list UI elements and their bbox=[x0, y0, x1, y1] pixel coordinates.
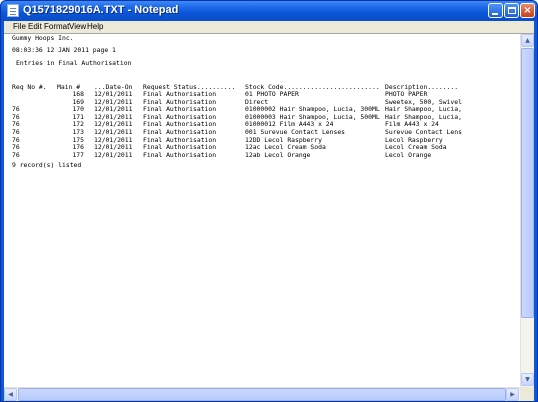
date-on: 12/01/2011 bbox=[94, 150, 133, 159]
scroll-left-button[interactable]: ◀ bbox=[4, 388, 17, 401]
text-document[interactable]: Gummy Hoops Inc. 08:03:36 12 JAN 2011 pa… bbox=[12, 34, 520, 387]
scrollbar-corner bbox=[520, 387, 534, 401]
close-button[interactable]: × bbox=[520, 3, 535, 18]
req-no: 76 bbox=[12, 150, 20, 159]
main-number: 177 bbox=[72, 150, 84, 159]
vertical-scroll-thumb[interactable] bbox=[521, 48, 534, 318]
scroll-up-button[interactable]: ▲ bbox=[521, 34, 534, 47]
editor-area[interactable]: Gummy Hoops Inc. 08:03:36 12 JAN 2011 pa… bbox=[4, 33, 534, 401]
report-title: Entries in Final Authorisation bbox=[16, 59, 132, 67]
minimize-button[interactable] bbox=[488, 3, 503, 18]
arrow-right-icon: ▶ bbox=[510, 391, 515, 398]
arrow-left-icon: ◀ bbox=[8, 391, 13, 398]
window-title: Q1571829016A.TXT - Notepad bbox=[23, 4, 179, 16]
title-bar[interactable]: Q1571829016A.TXT - Notepad × bbox=[1, 1, 537, 21]
report-header-line: 08:03:36 12 JAN 2011 page 1 bbox=[12, 46, 116, 54]
arrow-down-icon: ▼ bbox=[525, 376, 530, 383]
menu-bar: File Edit Format View Help bbox=[4, 21, 534, 33]
table-row: 76 177 12/01/2011 Final Authorisation 12… bbox=[12, 150, 520, 160]
record-count: 9 record(s) listed bbox=[12, 161, 82, 169]
stock-code: 12ab Lecol Orange bbox=[245, 150, 311, 159]
arrow-up-icon: ▲ bbox=[525, 37, 530, 44]
description: Lecol Orange bbox=[385, 150, 432, 159]
horizontal-scrollbar[interactable]: ◀ ▶ bbox=[4, 387, 520, 401]
maximize-button[interactable] bbox=[504, 3, 519, 18]
company-name: Gummy Hoops Inc. bbox=[12, 34, 74, 42]
menu-help[interactable]: Help bbox=[85, 22, 105, 31]
request-status: Final Authorisation bbox=[143, 150, 217, 159]
scroll-down-button[interactable]: ▼ bbox=[521, 373, 534, 386]
scroll-right-button[interactable]: ▶ bbox=[506, 388, 519, 401]
close-icon: × bbox=[523, 5, 532, 16]
horizontal-scroll-thumb[interactable] bbox=[18, 388, 506, 401]
notepad-window: Q1571829016A.TXT - Notepad × File Edit F… bbox=[0, 0, 538, 402]
vertical-scrollbar[interactable]: ▲ ▼ bbox=[520, 34, 534, 387]
notepad-icon bbox=[7, 4, 19, 17]
minimize-icon bbox=[492, 13, 498, 15]
maximize-icon bbox=[508, 7, 516, 14]
